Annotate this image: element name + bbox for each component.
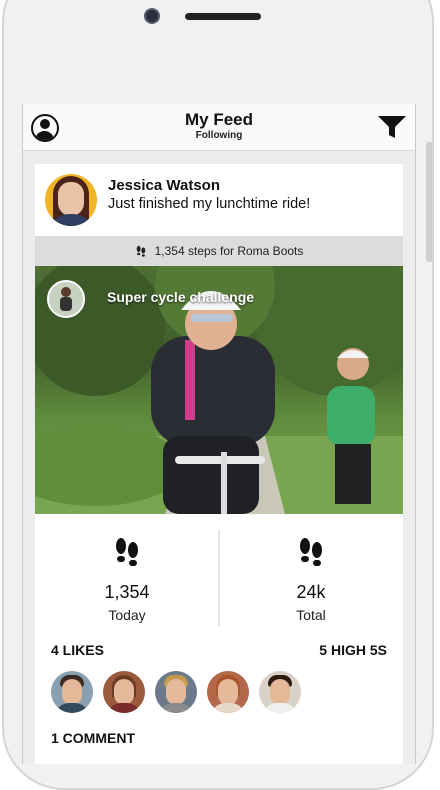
comments-count[interactable]: 1 COMMENT — [51, 730, 135, 746]
post-photo[interactable]: Super cycle challenge — [35, 266, 403, 514]
footsteps-icon — [116, 538, 138, 566]
activity-stats: 1,354 Today 24k Total — [35, 514, 403, 632]
avatar[interactable] — [155, 671, 197, 713]
earpiece-speaker — [185, 13, 261, 20]
phone-side-button — [426, 142, 432, 262]
high-fives-count[interactable]: 5 HIGH 5S — [319, 642, 387, 658]
avatar[interactable] — [259, 671, 301, 713]
avatar[interactable] — [103, 671, 145, 713]
top-bar: My Feed Following — [23, 104, 415, 151]
stat-total: 24k Total — [219, 514, 403, 632]
front-camera — [144, 8, 160, 24]
stat-value: 1,354 — [104, 582, 150, 602]
stat-value: 24k — [296, 582, 326, 602]
app-screen: My Feed Following Jessica Watson Just fi… — [22, 104, 416, 764]
stat-label: Today — [108, 607, 146, 623]
post-author[interactable]: Jessica Watson Just finished my lunchtim… — [35, 164, 403, 236]
footsteps-icon — [136, 245, 145, 257]
footsteps-icon — [300, 538, 322, 566]
reactions-row: 4 LIKES 5 HIGH 5S — [35, 642, 403, 662]
steps-banner: 1,354 steps for Roma Boots — [35, 236, 403, 266]
feed-title-group[interactable]: My Feed Following — [23, 110, 415, 142]
challenge-avatar[interactable] — [47, 280, 85, 318]
author-name[interactable]: Jessica Watson — [108, 177, 220, 194]
likes-count[interactable]: 4 LIKES — [51, 642, 104, 658]
stat-label: Total — [296, 607, 326, 623]
photo-caption: Super cycle challenge — [107, 289, 255, 305]
feed-post-card: Jessica Watson Just finished my lunchtim… — [35, 164, 403, 764]
avatar[interactable] — [45, 174, 97, 226]
page-title: My Feed — [184, 110, 254, 129]
likers-avatars — [51, 671, 391, 715]
stat-today: 1,354 Today — [35, 514, 219, 632]
feed-subtitle: Following — [195, 130, 243, 141]
avatar[interactable] — [207, 671, 249, 713]
filter-funnel-icon[interactable] — [377, 114, 407, 140]
steps-banner-text: 1,354 steps for Roma Boots — [154, 244, 304, 258]
avatar[interactable] — [51, 671, 93, 713]
post-message: Just finished my lunchtime ride! — [108, 196, 311, 212]
